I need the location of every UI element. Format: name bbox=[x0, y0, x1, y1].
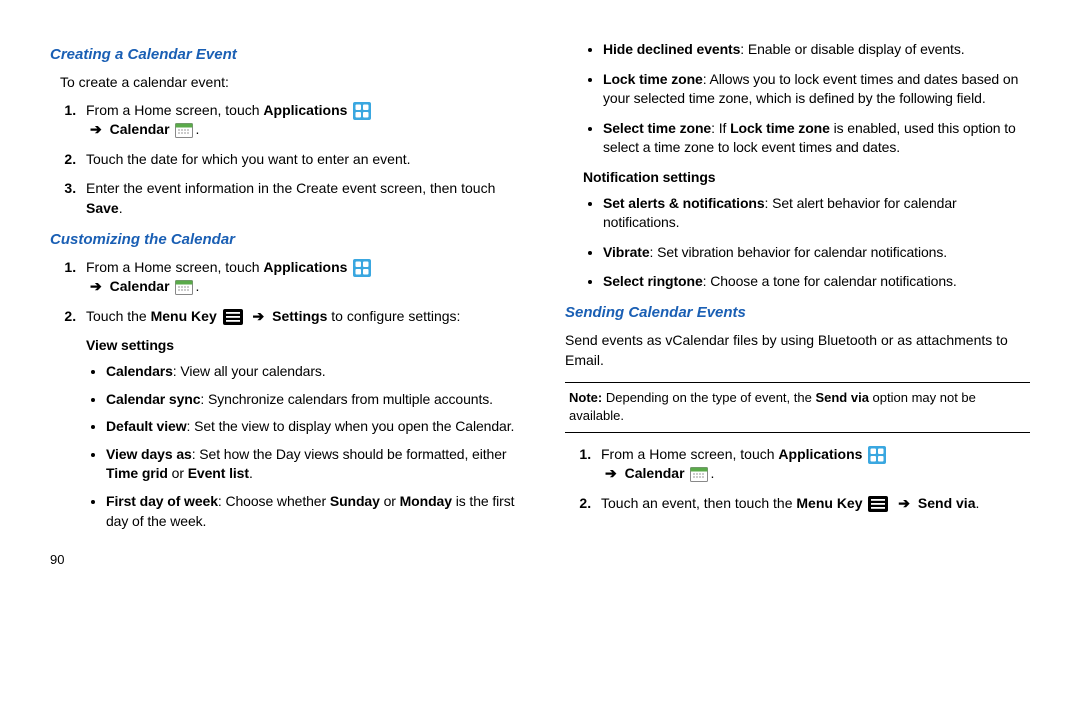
text: From a Home screen, touch bbox=[601, 446, 778, 462]
text: Enter the event information in the Creat… bbox=[86, 180, 495, 196]
sending-steps: From a Home screen, touch Applications ➔… bbox=[565, 445, 1030, 514]
customizing-steps: From a Home screen, touch Applications ➔… bbox=[50, 258, 515, 327]
sending-description: Send events as vCalendar files by using … bbox=[565, 331, 1030, 370]
desc: : Set how the Day views should be format… bbox=[192, 446, 507, 462]
note-box: Note: Depending on the type of event, th… bbox=[565, 382, 1030, 432]
label: View days as bbox=[106, 446, 192, 462]
list-item: Default view: Set the view to display wh… bbox=[106, 417, 515, 437]
list-item: Set alerts & notifications: Set alert be… bbox=[603, 194, 1030, 233]
label: Set alerts & notifications bbox=[603, 195, 765, 211]
settings-label: Settings bbox=[272, 308, 327, 324]
send-via-label: Send via bbox=[918, 495, 976, 511]
label: Lock time zone bbox=[603, 71, 703, 87]
notification-settings-heading: Notification settings bbox=[583, 168, 1030, 188]
heading-creating-event: Creating a Calendar Event bbox=[50, 44, 515, 65]
desc: : Choose a tone for calendar notificatio… bbox=[703, 273, 957, 289]
desc: : View all your calendars. bbox=[173, 363, 326, 379]
desc: : If bbox=[711, 120, 730, 136]
desc: : Synchronize calendars from multiple ac… bbox=[200, 391, 493, 407]
list-item: Calendars: View all your calendars. bbox=[106, 362, 515, 382]
arrow-icon: ➔ bbox=[90, 121, 102, 137]
arrow-icon: ➔ bbox=[605, 465, 617, 481]
arrow-icon: ➔ bbox=[90, 278, 102, 294]
creating-step-2: Touch the date for which you want to ent… bbox=[80, 150, 515, 170]
desc: : Choose whether bbox=[218, 493, 330, 509]
list-item: Calendar sync: Synchronize calendars fro… bbox=[106, 390, 515, 410]
list-item: Select ringtone: Choose a tone for calen… bbox=[603, 272, 1030, 292]
applications-icon bbox=[353, 259, 371, 277]
applications-icon bbox=[353, 102, 371, 120]
label: Calendar sync bbox=[106, 391, 200, 407]
label: Calendars bbox=[106, 363, 173, 379]
desc: or bbox=[380, 493, 400, 509]
calendar-label: Calendar bbox=[625, 465, 685, 481]
applications-label: Applications bbox=[263, 102, 347, 118]
note-ref: Send via bbox=[815, 390, 868, 405]
desc: : Set vibration behavior for calendar no… bbox=[650, 244, 948, 260]
note-text: Depending on the type of event, the bbox=[606, 390, 816, 405]
text: Touch an event, then touch the bbox=[601, 495, 796, 511]
applications-label: Applications bbox=[778, 446, 862, 462]
creating-steps: From a Home screen, touch Applications ➔… bbox=[50, 101, 515, 219]
list-item: Vibrate: Set vibration behavior for cale… bbox=[603, 243, 1030, 263]
desc: or bbox=[168, 465, 188, 481]
calendar-label: Calendar bbox=[110, 278, 170, 294]
label: Vibrate bbox=[603, 244, 650, 260]
desc: : Enable or disable display of events. bbox=[740, 41, 964, 57]
option: Sunday bbox=[330, 493, 380, 509]
list-item: Lock time zone: Allows you to lock event… bbox=[603, 70, 1030, 109]
menu-key-label: Menu Key bbox=[151, 308, 217, 324]
calendar-label: Calendar bbox=[110, 121, 170, 137]
applications-icon bbox=[868, 446, 886, 464]
customizing-step-2: Touch the Menu Key ➔ Settings to configu… bbox=[80, 307, 515, 327]
save-label: Save bbox=[86, 200, 119, 216]
label: Select time zone bbox=[603, 120, 711, 136]
option: Event list bbox=[188, 465, 249, 481]
notification-settings-list: Set alerts & notifications: Set alert be… bbox=[565, 194, 1030, 292]
heading-sending-events: Sending Calendar Events bbox=[565, 302, 1030, 323]
creating-step-3: Enter the event information in the Creat… bbox=[80, 179, 515, 218]
arrow-icon: ➔ bbox=[898, 495, 910, 511]
text: From a Home screen, touch bbox=[86, 102, 263, 118]
text: Touch the bbox=[86, 308, 151, 324]
list-item: Hide declined events: Enable or disable … bbox=[603, 40, 1030, 60]
label: Default view bbox=[106, 418, 187, 434]
label: First day of week bbox=[106, 493, 218, 509]
calendar-icon bbox=[175, 279, 193, 295]
view-settings-list-cont: Hide declined events: Enable or disable … bbox=[565, 40, 1030, 158]
arrow-icon: ➔ bbox=[253, 308, 265, 324]
heading-customizing: Customizing the Calendar bbox=[50, 229, 515, 250]
menu-key-icon bbox=[868, 496, 888, 512]
text: From a Home screen, touch bbox=[86, 259, 263, 275]
applications-label: Applications bbox=[263, 259, 347, 275]
label: Hide declined events bbox=[603, 41, 740, 57]
page-number: 90 bbox=[50, 551, 64, 569]
creating-step-1: From a Home screen, touch Applications ➔… bbox=[80, 101, 515, 140]
view-settings-list: Calendars: View all your calendars. Cale… bbox=[50, 362, 515, 531]
note-label: Note: bbox=[569, 390, 606, 405]
option: Time grid bbox=[106, 465, 168, 481]
menu-key-icon bbox=[223, 309, 243, 325]
sending-step-2: Touch an event, then touch the Menu Key … bbox=[595, 494, 1030, 514]
creating-intro: To create a calendar event: bbox=[60, 73, 515, 93]
text: to configure settings: bbox=[327, 308, 460, 324]
option: Monday bbox=[400, 493, 452, 509]
desc: : Set the view to display when you open … bbox=[187, 418, 515, 434]
calendar-icon bbox=[690, 466, 708, 482]
list-item: View days as: Set how the Day views shou… bbox=[106, 445, 515, 484]
ref: Lock time zone bbox=[730, 120, 830, 136]
list-item: Select time zone: If Lock time zone is e… bbox=[603, 119, 1030, 158]
calendar-icon bbox=[175, 122, 193, 138]
label: Select ringtone bbox=[603, 273, 703, 289]
view-settings-heading: View settings bbox=[86, 336, 515, 356]
menu-key-label: Menu Key bbox=[796, 495, 862, 511]
list-item: First day of week: Choose whether Sunday… bbox=[106, 492, 515, 531]
sending-step-1: From a Home screen, touch Applications ➔… bbox=[595, 445, 1030, 484]
customizing-step-1: From a Home screen, touch Applications ➔… bbox=[80, 258, 515, 297]
